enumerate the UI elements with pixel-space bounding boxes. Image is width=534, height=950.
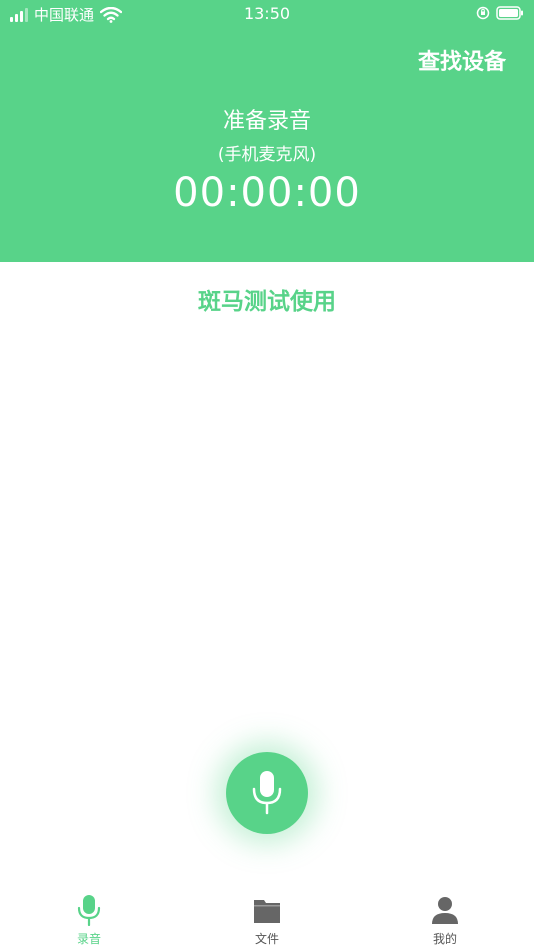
person-icon bbox=[432, 897, 458, 924]
microphone-icon bbox=[77, 895, 101, 926]
recording-timer: 00:00:00 bbox=[173, 170, 361, 216]
audio-source: (手机麦克风) bbox=[217, 145, 317, 165]
recording-status: 准备录音 bbox=[222, 109, 311, 134]
tab-mine-label: 我的 bbox=[432, 932, 457, 946]
test-label: 斑马测试使用 bbox=[198, 289, 336, 315]
record-button[interactable] bbox=[226, 752, 308, 834]
recording-header: 中国联通 13:50 查找设备 准备录音 (手机麦克风) 00:00:00 bbox=[0, 0, 534, 262]
clock: 13:50 bbox=[243, 4, 291, 23]
tab-mine[interactable]: 我的 bbox=[405, 894, 485, 950]
tab-bar: 录音 文件 我的 bbox=[0, 888, 534, 950]
tab-files-label: 文件 bbox=[254, 932, 279, 946]
folder-icon bbox=[254, 900, 280, 923]
tab-files[interactable]: 文件 bbox=[227, 894, 307, 950]
orientation-lock-icon bbox=[476, 6, 490, 20]
find-device-button[interactable]: 查找设备 bbox=[418, 44, 506, 76]
tab-record[interactable]: 录音 bbox=[49, 894, 129, 950]
microphone-icon bbox=[252, 771, 282, 815]
battery-icon bbox=[496, 6, 523, 20]
tab-record-label: 录音 bbox=[76, 932, 101, 946]
status-bar: 中国联通 13:50 bbox=[0, 0, 534, 28]
